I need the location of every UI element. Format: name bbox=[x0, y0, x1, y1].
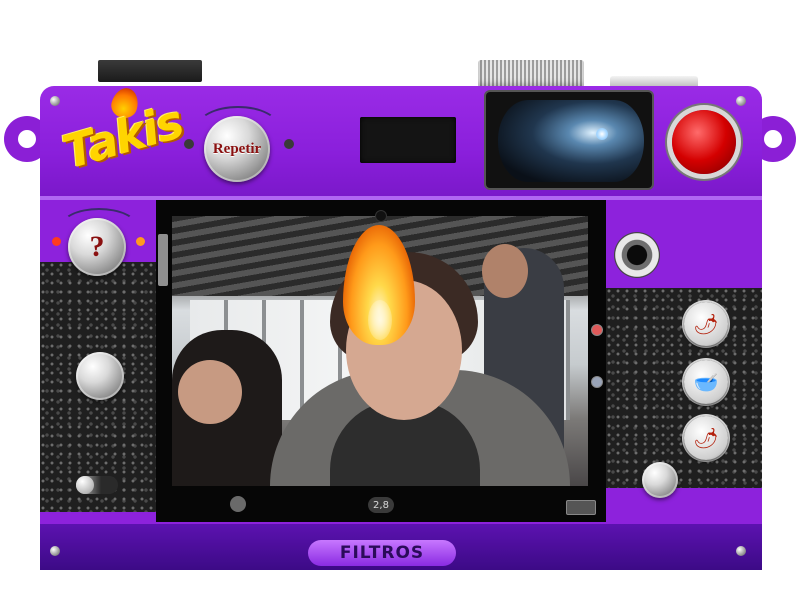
bottom-right-knob[interactable] bbox=[642, 462, 678, 498]
screen-slider[interactable] bbox=[158, 234, 168, 286]
aperture-value: 2,8 bbox=[368, 497, 394, 513]
capture-button[interactable] bbox=[672, 110, 736, 174]
screen-indicator-dot bbox=[230, 496, 246, 512]
viewfinder-window bbox=[360, 117, 456, 163]
preview-person-left-face bbox=[178, 360, 242, 424]
indicator-dot-left bbox=[184, 139, 194, 149]
indicator-dot-orange bbox=[136, 237, 145, 246]
top-dial bbox=[478, 60, 584, 88]
screen-side-button-red[interactable] bbox=[591, 324, 603, 336]
screw-icon bbox=[736, 96, 746, 106]
shutter-button-top bbox=[98, 60, 202, 82]
filter-button-pepper[interactable]: 🌶 bbox=[684, 416, 728, 460]
fire-core bbox=[368, 300, 392, 340]
repeat-button[interactable]: Repetir bbox=[204, 116, 270, 182]
battery-icon bbox=[566, 500, 596, 515]
help-button[interactable]: ? bbox=[68, 218, 126, 276]
screen-side-button-gray[interactable] bbox=[591, 376, 603, 388]
side-dial-knob[interactable] bbox=[76, 352, 124, 400]
screw-icon bbox=[50, 96, 60, 106]
filter-button-chili-bag[interactable]: 🌶 bbox=[684, 302, 728, 346]
toggle-switch[interactable] bbox=[76, 476, 118, 494]
sensor-lens-icon bbox=[614, 232, 660, 278]
camera-lens-icon bbox=[498, 100, 644, 182]
screw-icon bbox=[736, 546, 746, 556]
indicator-dot-right bbox=[284, 139, 294, 149]
screen-notch bbox=[375, 210, 387, 222]
preview-person-right-face bbox=[482, 244, 528, 298]
filters-button[interactable]: FILTROS bbox=[308, 540, 456, 566]
filter-button-bowl[interactable]: 🥣 bbox=[684, 360, 728, 404]
lens-reflection bbox=[596, 128, 608, 140]
indicator-dot-red bbox=[52, 237, 61, 246]
screw-icon bbox=[50, 546, 60, 556]
